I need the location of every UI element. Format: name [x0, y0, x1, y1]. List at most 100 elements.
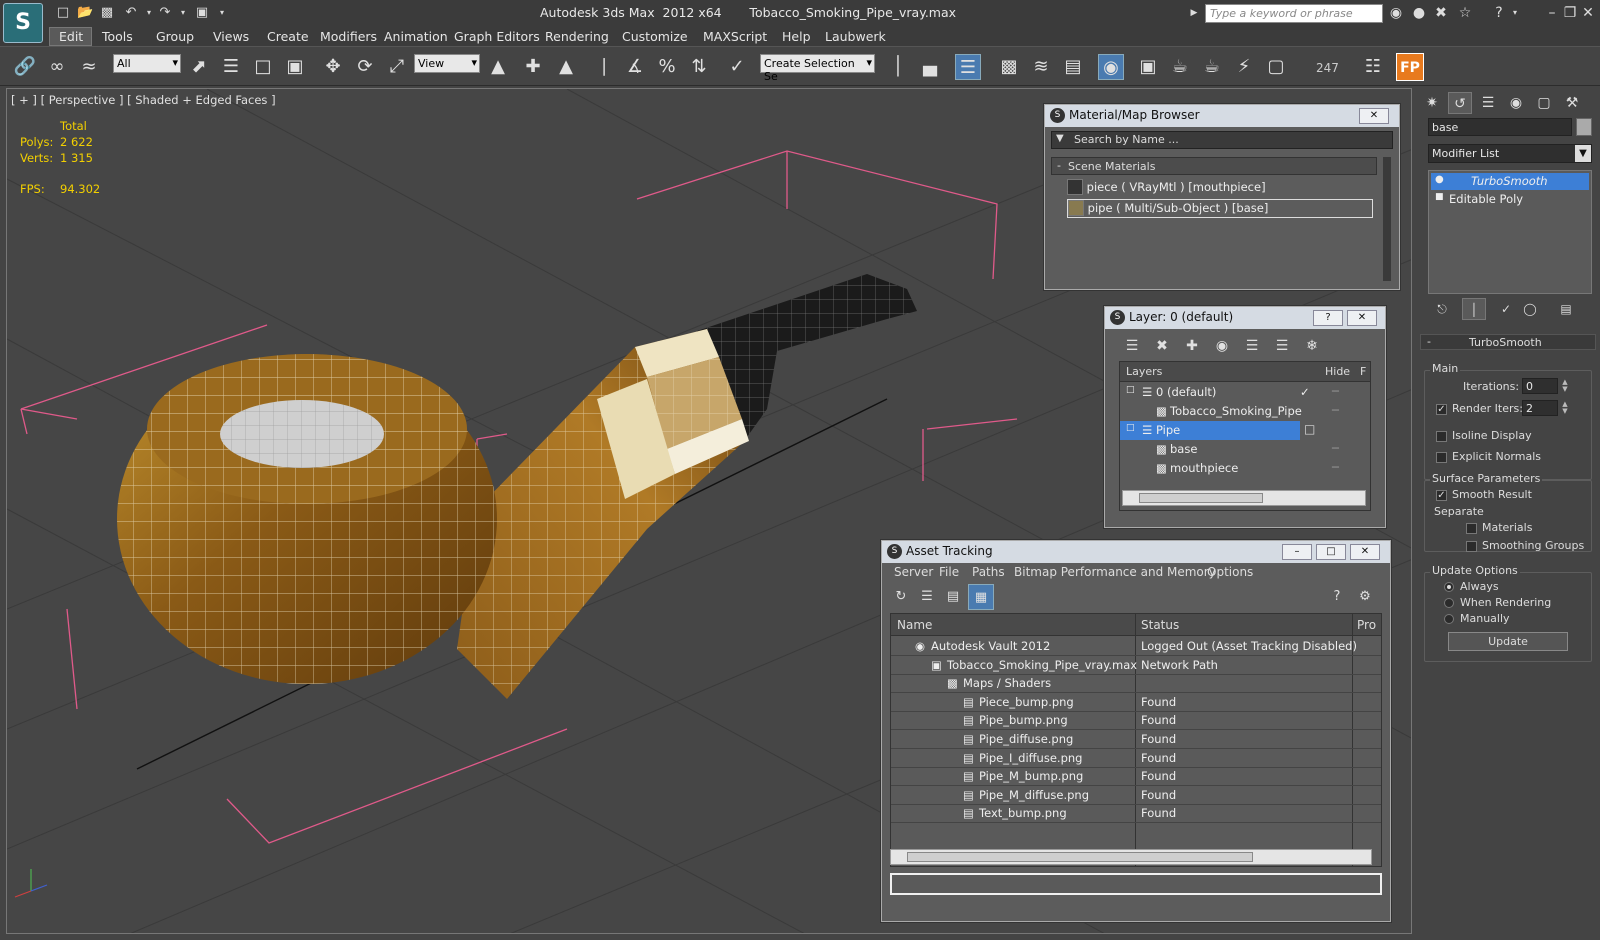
cube-render-icon[interactable]: ▢: [1263, 54, 1289, 80]
display-tab-icon[interactable]: ▢: [1532, 92, 1556, 114]
menu-views[interactable]: Views: [213, 29, 249, 44]
asset-options-icon[interactable]: ⚙: [1352, 584, 1378, 610]
layer-window-titlebar[interactable]: S Layer: 0 (default) ? ✕: [1105, 307, 1385, 329]
material-browser-titlebar[interactable]: S Material/Map Browser ✕: [1045, 105, 1399, 127]
search-options-dropdown-icon[interactable]: ▼: [1056, 133, 1064, 144]
asset-horizontal-scrollbar[interactable]: [890, 849, 1372, 865]
menu-animation[interactable]: Animation: [384, 29, 448, 44]
communication-icon[interactable]: ✖: [1432, 4, 1450, 22]
table-view-icon[interactable]: ▦: [968, 584, 994, 610]
fp-button[interactable]: FP: [1396, 53, 1424, 81]
material-browser-close-button[interactable]: ✕: [1359, 108, 1389, 124]
layer-help-button[interactable]: ?: [1313, 310, 1343, 326]
update-manually-radio[interactable]: [1444, 614, 1454, 624]
menu-customize[interactable]: Customize: [622, 29, 688, 44]
angle-snap-icon[interactable]: ∡: [622, 54, 648, 80]
save-icon[interactable]: ▩: [99, 5, 115, 21]
hide-toggle[interactable]: ─: [1332, 460, 1339, 474]
hide-toggle[interactable]: ─: [1332, 403, 1339, 417]
details-view-icon[interactable]: ▤: [940, 584, 966, 610]
status-column-header[interactable]: Status: [1141, 618, 1179, 632]
render-production-icon[interactable]: ☕: [1199, 54, 1225, 80]
freeze-all-layers-icon[interactable]: ❄: [1299, 333, 1325, 359]
rendered-frame-window-icon[interactable]: ☕: [1167, 54, 1193, 80]
create-tab-icon[interactable]: ✷: [1420, 92, 1444, 114]
material-item-pipe[interactable]: pipe ( Multi/Sub-Object ) [base]: [1067, 199, 1373, 218]
scrollbar-thumb[interactable]: [1139, 493, 1263, 503]
scrollbar-thumb[interactable]: [907, 852, 1253, 862]
menu-laubwerk[interactable]: Laubwerk: [825, 29, 886, 44]
asset-tracking-titlebar[interactable]: S Asset Tracking – □ ✕: [882, 541, 1390, 563]
window-crossing-icon[interactable]: ▣: [282, 54, 308, 80]
select-by-name-icon[interactable]: ☰: [218, 54, 244, 80]
redo-icon[interactable]: ↷: [157, 5, 173, 21]
menu-help[interactable]: Help: [782, 29, 811, 44]
mirror-icon[interactable]: │: [885, 54, 911, 80]
undo-dropdown-icon[interactable]: ▾: [141, 5, 157, 21]
close-window-icon[interactable]: ✕: [1579, 4, 1597, 22]
vray-frame-buffer-icon[interactable]: ☷: [1360, 54, 1386, 80]
render-iters-spinner-icon[interactable]: ▲ ▼: [1561, 401, 1569, 415]
graphite-ribbon-icon[interactable]: ▩: [996, 54, 1022, 80]
menu-edit[interactable]: Edit: [59, 29, 83, 44]
render-iters-checkbox[interactable]: ✓: [1436, 404, 1447, 415]
menu-group[interactable]: Group: [156, 29, 194, 44]
material-search-input[interactable]: Search by Name ...: [1074, 133, 1179, 146]
asset-menu-bitmap[interactable]: Bitmap Performance and Memory: [1014, 565, 1216, 579]
hierarchy-tab-icon[interactable]: ☰: [1476, 92, 1500, 114]
asset-row[interactable]: ▤ Pipe_bump.png Found: [891, 711, 1381, 731]
menu-tools[interactable]: Tools: [102, 29, 133, 44]
layer-row-pipe[interactable]: □ ☰ Pipe: [1120, 421, 1300, 440]
selection-filter-dropdown[interactable]: All: [113, 54, 181, 73]
layer-row-mouthpiece[interactable]: ▩ mouthpiece ─: [1120, 459, 1370, 478]
asset-menu-file[interactable]: File: [939, 565, 959, 579]
hide-toggle[interactable]: ─: [1332, 441, 1339, 455]
asset-row[interactable]: ▤ Pipe_M_bump.png Found: [891, 767, 1381, 787]
keyboard-shortcut-override-icon[interactable]: ▲: [553, 54, 579, 80]
menu-modifiers[interactable]: Modifiers: [320, 29, 377, 44]
name-column-header[interactable]: Name: [897, 618, 932, 632]
asset-minimize-button[interactable]: –: [1282, 544, 1312, 560]
layer-row-object[interactable]: ▩ Tobacco_Smoking_Pipe ─: [1120, 402, 1370, 421]
set-current-layer-icon[interactable]: □: [1304, 422, 1315, 436]
snaps-toggle-icon[interactable]: ∣: [591, 54, 617, 80]
hide-all-layers-icon[interactable]: ☰: [1269, 333, 1295, 359]
select-object-icon[interactable]: ⬈: [186, 54, 212, 80]
reference-coordinate-dropdown[interactable]: View: [414, 54, 480, 73]
layers-column-header[interactable]: Layers: [1126, 365, 1162, 378]
object-color-swatch[interactable]: [1576, 118, 1592, 136]
create-layer-icon[interactable]: ☰: [1119, 333, 1145, 359]
asset-menu-options[interactable]: Options: [1207, 565, 1253, 579]
infocenter-search-input[interactable]: Type a keyword or phrase: [1205, 4, 1383, 23]
percent-snap-icon[interactable]: %: [654, 54, 680, 80]
modifier-list-dropdown[interactable]: Modifier List ▼: [1428, 144, 1592, 163]
open-file-icon[interactable]: 📂: [77, 5, 93, 21]
search-expand-icon[interactable]: ▶: [1186, 5, 1202, 21]
unlink-icon[interactable]: ∞: [44, 54, 70, 80]
layer-horizontal-scrollbar[interactable]: [1122, 490, 1366, 506]
asset-row[interactable]: ▤ Pipe_I_diffuse.png Found: [891, 749, 1381, 768]
render-iterative-icon[interactable]: ⚡: [1231, 54, 1257, 80]
minimize-window-icon[interactable]: –: [1543, 4, 1561, 22]
hide-toggle[interactable]: ─: [1332, 384, 1339, 398]
utilities-tab-icon[interactable]: ⚒: [1560, 92, 1584, 114]
asset-menu-paths[interactable]: Paths: [972, 565, 1005, 579]
isoline-display-checkbox[interactable]: [1436, 431, 1447, 442]
update-button[interactable]: Update: [1448, 632, 1568, 651]
menu-create[interactable]: Create: [267, 29, 309, 44]
hide-column-header[interactable]: Hide: [1325, 365, 1350, 378]
asset-row[interactable]: ▣ Tobacco_Smoking_Pipe_vray.max Network Pa…: [891, 656, 1381, 675]
iterations-input[interactable]: 0: [1522, 378, 1558, 394]
stack-item-editable-poly[interactable]: ■ Editable Poly: [1431, 191, 1589, 208]
spinner-snap-icon[interactable]: ⇅: [686, 54, 712, 80]
named-selection-sets-dropdown[interactable]: Create Selection Se: [760, 54, 875, 83]
remove-modifier-icon[interactable]: ◯: [1518, 298, 1542, 320]
menu-graph-editors[interactable]: Graph Editors: [454, 29, 540, 44]
help-dropdown-icon[interactable]: ▾: [1506, 4, 1524, 22]
show-end-result-icon[interactable]: │: [1462, 298, 1486, 320]
asset-path-field[interactable]: [890, 873, 1382, 895]
pin-stack-icon[interactable]: ⎋: [1430, 298, 1454, 320]
link-icon[interactable]: 🔗: [12, 54, 38, 80]
undo-icon[interactable]: ↶: [123, 5, 139, 21]
rectangle-selection-icon[interactable]: □: [250, 54, 276, 80]
